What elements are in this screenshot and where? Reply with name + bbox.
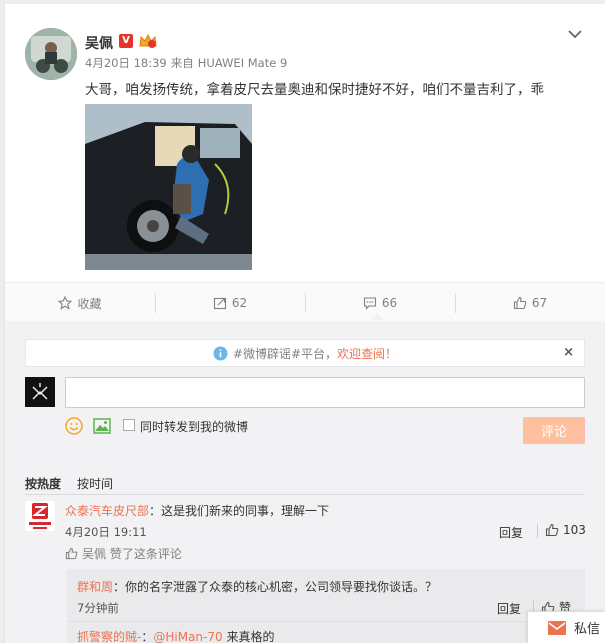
reply-reply-button[interactable]: 回复	[497, 600, 521, 617]
close-icon[interactable]: ×	[563, 345, 574, 360]
repost-checkbox-label[interactable]: 同时转发到我的微博	[140, 418, 248, 435]
post-text: 大哥，咱发扬传统，拿着皮尺去量奥迪和保时捷好不好，咱们不量吉利了，乖	[85, 82, 544, 98]
repost-icon	[213, 297, 226, 310]
reply-item: 群和周：你的名字泄露了众泰的核心机密，公司领导要找你谈话。？	[77, 578, 437, 595]
post-meta: 4月20日 18:39 来自 HUAWEI Mate 9	[85, 55, 291, 71]
post-time[interactable]: 4月20日 18:39	[85, 56, 167, 70]
divider	[25, 494, 585, 495]
user-name[interactable]: 吴佩	[85, 33, 113, 53]
image-icon[interactable]	[93, 417, 111, 438]
submit-comment-button[interactable]: 评论	[523, 417, 585, 444]
rumor-notice: #微博辟谣#平台， 欢迎查阅！ ×	[25, 339, 585, 367]
my-avatar[interactable]	[25, 377, 55, 407]
post-image[interactable]	[85, 104, 252, 270]
comment-like-count: 103	[563, 523, 586, 537]
like-count: 67	[531, 296, 548, 310]
private-message-label: 私信	[574, 622, 601, 637]
comment-like-button[interactable]: 103	[545, 523, 586, 537]
commenter-avatar[interactable]	[25, 501, 55, 531]
reply-text: 来真格的	[222, 630, 275, 643]
comment-reply-button[interactable]: 回复	[499, 524, 523, 541]
repost-button[interactable]: 62	[155, 283, 305, 323]
favorite-button[interactable]: 收藏	[5, 283, 155, 323]
star-icon	[58, 296, 73, 310]
notice-text[interactable]: #微博辟谣#平台，	[233, 345, 337, 362]
post-source: HUAWEI Mate 9	[197, 56, 288, 70]
comment-count: 66	[381, 296, 398, 310]
info-icon	[213, 346, 228, 360]
reply-mention[interactable]: @HiMan-70	[153, 630, 222, 643]
liked-by-user[interactable]: 吴佩	[82, 545, 106, 562]
comment-time: 4月20日 19:11	[65, 525, 147, 539]
weibo-post-card: 吴佩 V 4月20日 18:39 来自 HUAWEI Mate 9 大哥，咱发扬传统…	[4, 4, 605, 643]
tab-sort-time[interactable]: 按时间	[77, 477, 113, 491]
reply-author[interactable]: 群和周	[77, 580, 113, 594]
divider	[67, 621, 585, 622]
thumbs-up-icon	[65, 547, 78, 560]
like-button[interactable]: 67	[455, 283, 605, 323]
emoji-icon[interactable]	[65, 417, 83, 438]
thumbs-up-icon	[545, 523, 559, 537]
reply-text-prefix: ：	[141, 630, 154, 643]
post-actions-bar: 收藏 62 66 67	[5, 282, 605, 322]
liked-by-suffix: 赞了这条评论	[109, 547, 182, 561]
reply-list: 群和周：你的名字泄露了众泰的核心机密，公司领导要找你谈话。？ 7分钟前 回复 赞…	[67, 569, 585, 643]
thumbs-up-icon	[513, 296, 527, 310]
reply-text: ：你的名字泄露了众泰的核心机密，公司领导要找你谈话。？	[113, 580, 438, 594]
repost-checkbox[interactable]	[123, 419, 135, 431]
favorite-label: 收藏	[77, 296, 102, 311]
comment-caret	[370, 313, 384, 320]
comment-sort-tabs: 按热度 按时间	[25, 475, 129, 492]
verified-badge-icon: V	[119, 34, 133, 48]
reply-author[interactable]: 抓警察的贼-	[77, 630, 141, 643]
source-prefix: 来自	[170, 56, 194, 70]
comment-body: 众泰汽车皮尺部：这是我们新来的同事，理解一下	[65, 502, 329, 519]
vip-crown-icon	[138, 33, 158, 49]
private-message-button[interactable]: 私信	[527, 611, 605, 643]
reply-time: 7分钟前	[77, 601, 119, 615]
user-avatar[interactable]	[25, 28, 77, 80]
comment-author[interactable]: 众泰汽车皮尺部	[65, 504, 149, 518]
mail-icon	[548, 620, 566, 635]
chevron-down-icon[interactable]	[567, 26, 583, 42]
reply-item: 抓警察的贼-：@HiMan-70 来真格的	[77, 628, 274, 643]
comment-text: ：这是我们新来的同事，理解一下	[149, 504, 330, 518]
tab-sort-hot[interactable]: 按热度	[25, 477, 61, 491]
comment-input[interactable]	[65, 377, 585, 408]
comment-panel: #微博辟谣#平台， 欢迎查阅！ × 同时转发到我的微博 评论 按热度 按时间 众泰汽…	[5, 321, 605, 643]
divider	[537, 524, 538, 538]
liked-by-author: 吴佩 赞了这条评论	[65, 545, 182, 562]
repost-count: 62	[231, 296, 248, 310]
comment-icon	[363, 297, 376, 310]
notice-link[interactable]: 欢迎查阅！	[337, 345, 397, 362]
